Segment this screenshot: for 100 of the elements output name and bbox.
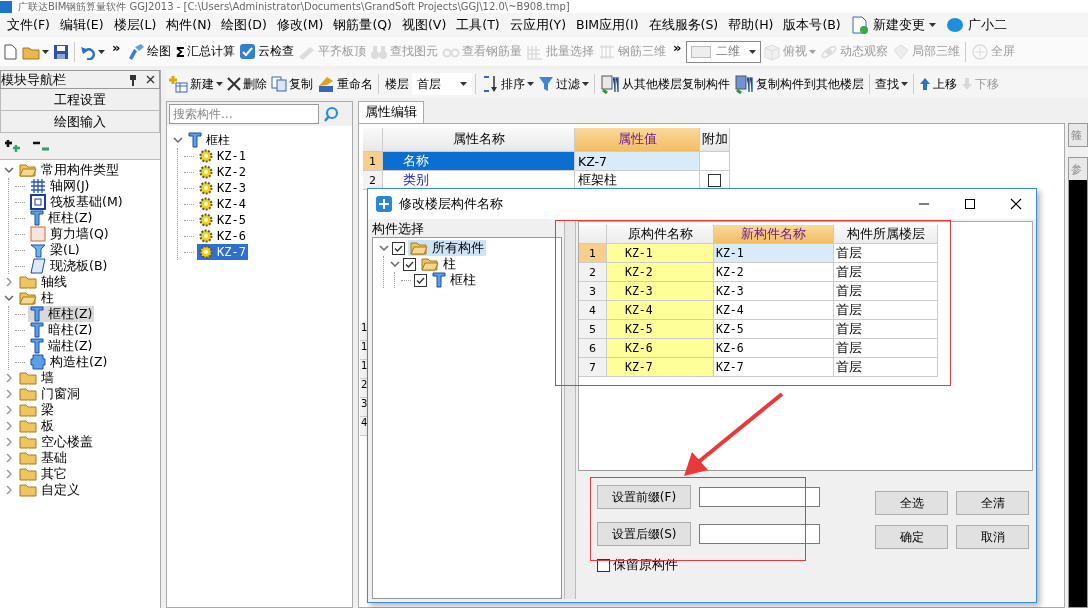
expand-icon[interactable]	[4, 373, 14, 383]
menu-item[interactable]: 钢筋量(Q)	[328, 14, 397, 36]
search-icon[interactable]	[323, 106, 339, 122]
tree-item[interactable]: 其它	[17, 466, 69, 482]
prefix-field[interactable]	[699, 487, 820, 507]
menu-item[interactable]: 绘图(D)	[216, 14, 272, 36]
menu-item[interactable]: 文件(F)	[2, 14, 55, 36]
tree-item[interactable]: 轴线	[17, 274, 69, 290]
tree-item[interactable]: 空心楼盖	[17, 434, 95, 450]
collapse-icon[interactable]	[173, 135, 183, 145]
toolbar-button[interactable]: 删除	[225, 73, 269, 95]
tree-item[interactable]: 柱	[17, 290, 56, 306]
table-cell[interactable]: KZ-3	[714, 282, 834, 301]
toolbar-button[interactable]: 上移	[917, 73, 959, 95]
tree-item[interactable]: 板	[17, 418, 56, 434]
tree-item[interactable]: 筏板基础(M)	[28, 194, 125, 210]
tree-item[interactable]: KZ-6	[197, 228, 248, 244]
section-button[interactable]: 绘图输入	[0, 111, 160, 133]
toolbar-button[interactable]: 排序	[479, 73, 536, 95]
tree-item[interactable]: 墙	[17, 370, 56, 386]
expand-icon[interactable]	[4, 485, 14, 495]
prefix-button[interactable]: 设置前缀(F)	[597, 485, 691, 509]
menu-item[interactable]: 在线服务(S)	[643, 14, 724, 36]
expand-icon[interactable]	[4, 453, 14, 463]
menu-item[interactable]: 新建变更	[845, 14, 941, 36]
close-icon[interactable]	[146, 75, 155, 84]
menu-item[interactable]: BIM应用(I)	[571, 14, 644, 36]
checkbox[interactable]	[414, 273, 427, 287]
collapse-all-icon[interactable]	[32, 139, 50, 153]
tree-item[interactable]: KZ-7	[197, 244, 248, 260]
menu-item[interactable]: 工具(T)	[451, 14, 505, 36]
suffix-field[interactable]	[699, 524, 820, 544]
tree-item[interactable]: 梁	[17, 402, 56, 418]
dialog-button[interactable]: 全清	[956, 491, 1029, 515]
table-cell[interactable]: KZ-4	[714, 301, 834, 320]
collapse-icon[interactable]	[379, 243, 389, 253]
tree-item[interactable]: 所有构件	[408, 240, 486, 256]
toolbar-button[interactable]: 云检查	[237, 40, 296, 63]
toolbar-button[interactable]: Σ 汇总计算	[173, 40, 237, 63]
tree-item[interactable]: 自定义	[17, 482, 82, 498]
table-cell[interactable]: KZ-5	[714, 320, 834, 339]
toolbar-button[interactable]: 过滤	[536, 73, 591, 95]
toolbar-button[interactable]: 复制构件到其他楼层	[732, 73, 866, 95]
collapse-icon[interactable]	[390, 259, 400, 269]
checkbox[interactable]	[392, 241, 405, 255]
tree-item[interactable]: KZ-3	[197, 180, 248, 196]
tree-item[interactable]: 轴网(J)	[28, 178, 92, 194]
search-field[interactable]: 搜索构件...	[169, 104, 319, 124]
tree-item[interactable]: KZ-1	[197, 148, 248, 164]
menu-item[interactable]: 视图(V)	[396, 14, 452, 36]
collapse-icon[interactable]	[4, 165, 14, 175]
tree-item[interactable]: KZ-4	[197, 196, 248, 212]
expand-icon[interactable]	[4, 469, 14, 479]
close-icon[interactable]	[1010, 198, 1022, 210]
menu-item[interactable]: 云应用(Y)	[504, 14, 572, 36]
dialog-button[interactable]: 全选	[875, 491, 948, 515]
toolbar-button[interactable]: 复制	[269, 73, 315, 95]
expand-icon[interactable]	[4, 405, 14, 415]
tree-item[interactable]: 常用构件类型	[17, 162, 121, 178]
tree-item[interactable]: 基础	[17, 450, 69, 466]
expand-icon[interactable]	[4, 277, 14, 287]
dropdown[interactable]: 二维	[686, 40, 762, 63]
property-value[interactable]: KZ-7	[575, 152, 700, 171]
expand-icon[interactable]	[4, 437, 14, 447]
tree-item[interactable]: 构造柱(Z)	[28, 354, 110, 370]
table-cell[interactable]: KZ-7	[714, 358, 834, 377]
menu-item[interactable]: 楼层(L)	[108, 14, 162, 36]
expand-icon[interactable]	[4, 421, 14, 431]
section-button[interactable]: 工程设置	[0, 89, 160, 111]
tree-item[interactable]: KZ-5	[197, 212, 248, 228]
dialog-button[interactable]: 确定	[875, 525, 948, 549]
toolbar-button[interactable]: 新建	[166, 73, 225, 95]
expand-icon[interactable]	[4, 389, 14, 399]
toolbar-button[interactable]: 从其他楼层复制构件	[598, 73, 732, 95]
tree-item[interactable]: 框柱(Z)	[28, 306, 95, 322]
suffix-button[interactable]: 设置后缀(S)	[597, 522, 691, 546]
collapse-icon[interactable]	[4, 293, 14, 303]
maximize-icon[interactable]	[964, 198, 976, 210]
menu-item[interactable]: 编辑(E)	[54, 14, 109, 36]
overflow-button[interactable]: »	[668, 37, 687, 59]
table-cell[interactable]: KZ-6	[714, 339, 834, 358]
tree-item[interactable]: KZ-2	[197, 164, 248, 180]
tree-item[interactable]: 框柱	[430, 272, 478, 288]
dialog-button[interactable]: 取消	[956, 525, 1029, 549]
tree-item[interactable]: 暗柱(Z)	[28, 322, 95, 338]
menu-item[interactable]: 修改(M)	[271, 14, 329, 36]
checkbox[interactable]	[597, 559, 610, 572]
overflow-button[interactable]: »	[107, 37, 126, 59]
table-cell[interactable]: KZ-2	[714, 263, 834, 282]
tree-item[interactable]: 框柱	[186, 132, 232, 148]
toolbar-button[interactable]: 绘图	[125, 40, 174, 63]
tree-item[interactable]: 端柱(Z)	[28, 338, 95, 354]
menu-item[interactable]: 版本号(B)	[778, 14, 846, 36]
table-cell[interactable]: KZ-1	[714, 244, 834, 263]
menu-item[interactable]: 帮助(H)	[723, 14, 779, 36]
tree-item[interactable]: 梁(L)	[28, 242, 82, 258]
tree-item[interactable]: 现浇板(B)	[28, 258, 110, 274]
checkbox[interactable]	[708, 173, 721, 187]
tree-item[interactable]: 门窗洞	[17, 386, 82, 402]
dropdown[interactable]: 首层	[412, 73, 472, 95]
